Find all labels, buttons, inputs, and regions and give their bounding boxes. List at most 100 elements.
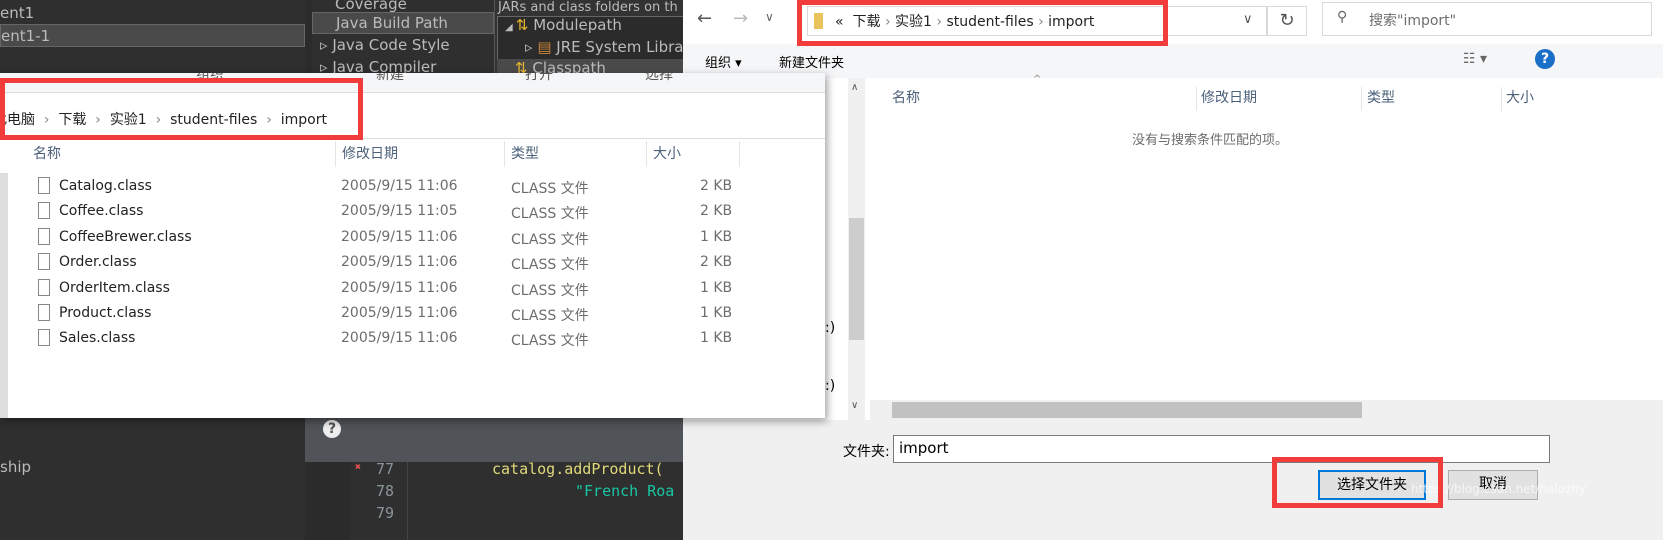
file-size: 1 KB xyxy=(700,330,733,347)
organize-button[interactable]: 组织 ▾ xyxy=(705,52,742,71)
new-folder-button[interactable]: 新建文件夹 xyxy=(779,52,844,71)
column-name[interactable]: 名称 xyxy=(892,87,920,107)
column-type[interactable]: 类型 xyxy=(1361,87,1395,111)
file-type: CLASS 文件 xyxy=(511,231,589,248)
expand-icon: ▹ xyxy=(525,38,538,56)
file-date: 2005/9/15 11:06 xyxy=(341,178,458,194)
new-button[interactable]: 新建 xyxy=(376,73,404,84)
file-name: Product.class xyxy=(59,305,152,321)
file-icon xyxy=(38,278,50,296)
file-type: CLASS 文件 xyxy=(511,181,589,197)
horizontal-scrollbar[interactable] xyxy=(870,400,1663,420)
file-row[interactable]: Coffee.class 2005/9/15 11:05 CLASS 文件 2 KB xyxy=(0,199,825,224)
file-name: OrderItem.class xyxy=(59,279,170,296)
line-number: 79 xyxy=(376,504,395,522)
file-row[interactable]: OrderItem.class 2005/9/15 11:06 CLASS 文件 1 … xyxy=(0,276,825,301)
column-date[interactable]: 修改日期 xyxy=(335,141,398,167)
project-item[interactable]: ent1 xyxy=(0,4,34,22)
tree-jre[interactable]: ▹ ▤ JRE System Library xyxy=(525,38,685,56)
view-options-icon[interactable]: ☷ ▾ xyxy=(1463,51,1487,67)
file-size: 1 KB xyxy=(700,279,733,296)
folder-input[interactable]: import xyxy=(893,435,1550,463)
code-line: "French Roa xyxy=(575,482,675,500)
file-icon xyxy=(38,329,50,347)
file-row[interactable]: Sales.class 2005/9/15 11:06 CLASS 文件 1 KB xyxy=(0,326,825,351)
file-size: 2 KB xyxy=(700,203,733,220)
open-button[interactable]: 打开 xyxy=(525,73,553,84)
chevron-down-icon[interactable]: ∨ xyxy=(1243,12,1253,27)
file-row[interactable]: Product.class 2005/9/15 11:06 CLASS 文件 1 KB xyxy=(0,301,825,326)
build-path-panel: JARs and class folders on th ◢ ⇅ Modulep… xyxy=(495,0,685,80)
file-name: Catalog.class xyxy=(59,178,152,194)
help-icon[interactable]: ? xyxy=(1535,49,1555,69)
file-type: CLASS 文件 xyxy=(511,206,589,223)
file-size: 1 KB xyxy=(700,228,733,245)
recent-dropdown-icon[interactable]: ∨ xyxy=(765,10,774,24)
property-java-code-style[interactable]: ▹ Java Code Style xyxy=(320,36,450,54)
highlight-box xyxy=(797,0,1168,46)
file-size: 1 KB xyxy=(700,305,733,321)
help-icon[interactable]: ? xyxy=(323,420,341,438)
file-date: 2005/9/15 11:05 xyxy=(341,203,458,220)
file-name: Coffee.class xyxy=(59,203,144,220)
column-type[interactable]: 类型 xyxy=(504,141,539,167)
file-icon xyxy=(38,177,50,194)
properties-list: Coverage Java Build Path ▹ Java Code Sty… xyxy=(312,0,495,80)
file-row[interactable]: CoffeeBrewer.class 2005/9/15 11:06 CLASS 文… xyxy=(0,225,825,250)
code-editor[interactable]: ✖ 77 78 79 catalog.addProduct( "French R… xyxy=(350,460,685,540)
file-type: CLASS 文件 xyxy=(511,333,589,350)
code-line: catalog.addProduct( xyxy=(492,460,664,478)
file-date: 2005/9/15 11:06 xyxy=(341,305,458,321)
scroll-thumb[interactable] xyxy=(892,402,1362,418)
error-marker-icon: ✖ xyxy=(355,462,362,473)
column-size[interactable]: 大小 xyxy=(1501,87,1534,111)
file-date: 2005/9/15 11:06 xyxy=(341,228,458,245)
folder-label: 文件夹: xyxy=(843,444,890,460)
file-icon xyxy=(38,202,50,220)
file-name: Order.class xyxy=(59,254,137,271)
expand-icon: ◢ xyxy=(505,22,516,33)
file-date: 2005/9/15 11:06 xyxy=(341,279,458,296)
file-icon xyxy=(38,304,50,321)
jar-icon: ▤ xyxy=(537,38,552,56)
library-icon: ⇅ xyxy=(515,16,529,34)
line-number: 78 xyxy=(376,482,395,500)
back-icon[interactable]: ← xyxy=(697,8,712,29)
project-item-partial[interactable]: ship xyxy=(0,458,31,476)
file-name: CoffeeBrewer.class xyxy=(59,228,192,245)
file-size: 2 KB xyxy=(700,178,733,194)
highlight-box xyxy=(1272,457,1443,508)
file-row[interactable]: Order.class 2005/9/15 11:06 CLASS 文件 2 KB xyxy=(0,250,825,275)
search-icon: ⚲ xyxy=(1337,9,1348,25)
file-size: 2 KB xyxy=(700,254,733,271)
property-java-build-path[interactable]: Java Build Path xyxy=(312,12,494,34)
file-type: CLASS 文件 xyxy=(511,282,589,299)
select-folder-dialog: ← → ∨ « 下载 › 实验1 › student-files › impor… xyxy=(683,0,1663,540)
highlight-box xyxy=(0,78,363,140)
expand-icon: ▹ xyxy=(320,36,333,54)
file-list[interactable]: ^ 名称 修改日期 类型 大小 没有与搜索条件匹配的项。 xyxy=(870,74,1663,420)
file-type: CLASS 文件 xyxy=(511,257,589,274)
build-path-caption: JARs and class folders on th xyxy=(498,0,678,15)
column-size[interactable]: 大小 xyxy=(646,141,740,167)
nav-scrollbar[interactable]: ∧ ∨ xyxy=(848,78,865,420)
line-number: 77 xyxy=(376,460,395,478)
file-icon xyxy=(38,253,50,271)
file-name: Sales.class xyxy=(59,330,136,347)
project-item-selected[interactable]: ent1-1 xyxy=(0,24,305,47)
forward-icon[interactable]: → xyxy=(733,8,748,29)
file-icon xyxy=(38,227,50,245)
file-row[interactable]: Catalog.class 2005/9/15 11:06 CLASS 文件 2 KB xyxy=(0,174,825,199)
search-input[interactable]: ⚲ 搜索"import" xyxy=(1322,2,1652,36)
empty-message: 没有与搜索条件匹配的项。 xyxy=(1132,133,1289,148)
file-type: CLASS 文件 xyxy=(511,308,589,324)
column-name[interactable]: 名称 xyxy=(33,143,61,163)
scroll-thumb[interactable] xyxy=(849,218,864,340)
tree-modulepath[interactable]: ◢ ⇅ Modulepath xyxy=(505,16,622,34)
select-button[interactable]: 选择 xyxy=(645,73,673,84)
column-date[interactable]: 修改日期 xyxy=(1196,87,1257,111)
toolbar: 组织 ▾ 新建文件夹 ☷ ▾ ? xyxy=(683,44,1663,78)
file-date: 2005/9/15 11:06 xyxy=(341,330,458,347)
eclipse-dialog-footer: ? xyxy=(305,418,685,462)
refresh-icon[interactable]: ↻ xyxy=(1267,6,1307,36)
